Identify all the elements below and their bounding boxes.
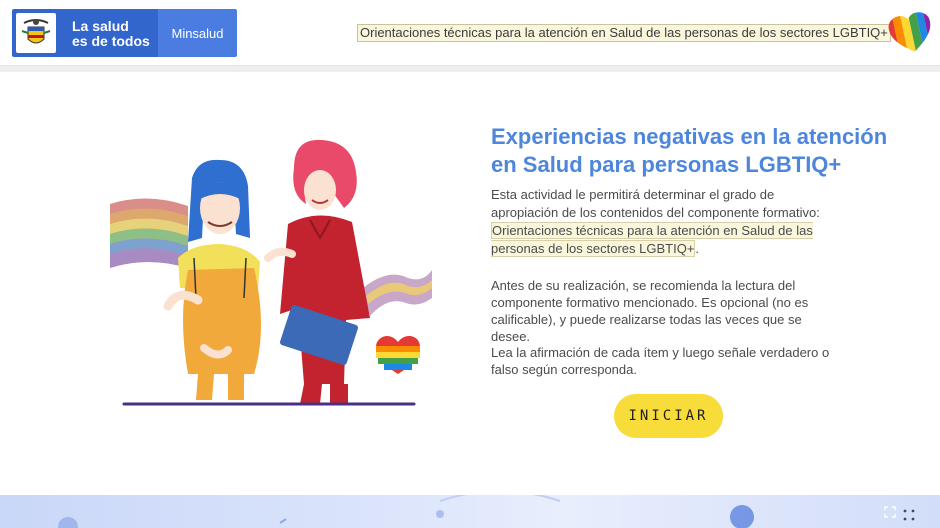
rainbow-heart-icon[interactable]	[886, 10, 936, 56]
gov-slogan: La salud es de todos	[60, 9, 158, 57]
intro-end: .	[695, 241, 700, 256]
rainbow-flag-illustration	[110, 198, 188, 268]
start-button[interactable]: INICIAR	[614, 394, 723, 438]
recommendation-paragraph: Antes de su realización, se recomienda l…	[491, 278, 809, 344]
footer-band	[0, 495, 940, 528]
intro-paragraph: Esta actividad le permitirá determinar e…	[491, 186, 836, 258]
expand-icon[interactable]	[884, 505, 896, 518]
course-title-link[interactable]: Orientaciones técnicas para la atención …	[357, 24, 891, 42]
intro-highlight-link[interactable]: Orientaciones técnicas para la atención …	[491, 222, 813, 257]
colombia-crest-icon	[12, 9, 60, 57]
page-heading: Experiencias negativas en la atención en…	[491, 124, 888, 177]
top-bar: La salud es de todos Minsalud Orientacio…	[0, 0, 940, 66]
dots-grid-icon[interactable]	[902, 508, 916, 522]
top-bar-divider	[0, 66, 940, 72]
illustration	[108, 138, 434, 410]
intro-text: Esta actividad le permitirá determinar e…	[491, 187, 820, 220]
gov-slogan-line2: es de todos	[72, 33, 150, 49]
gov-slogan-line1: La salud	[72, 18, 129, 34]
instructions-paragraph: Lea la afirmación de cada ítem y luego s…	[491, 345, 830, 377]
ministry-label: Minsalud	[158, 9, 237, 57]
gov-logo[interactable]: La salud es de todos Minsalud	[12, 9, 237, 57]
